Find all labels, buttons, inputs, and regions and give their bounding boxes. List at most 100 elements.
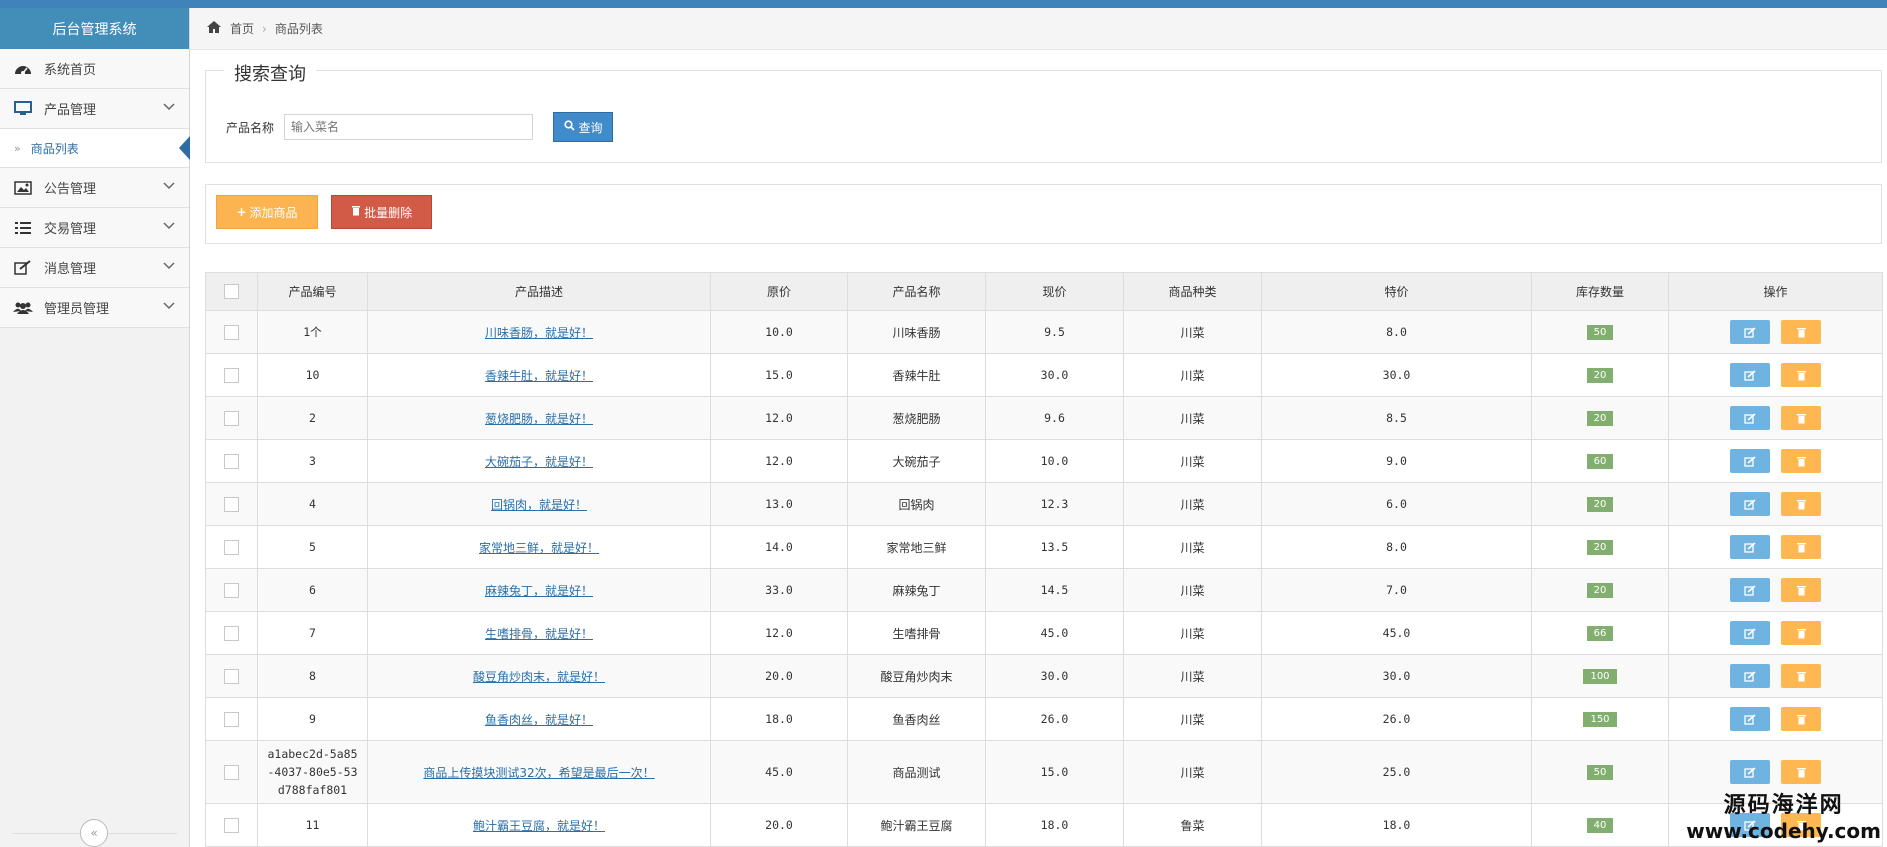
- select-all-checkbox[interactable]: [224, 284, 239, 299]
- category-cell: 川菜: [1123, 482, 1262, 526]
- delete-button[interactable]: [1781, 406, 1821, 430]
- sidebar-item-product-list[interactable]: » 商品列表: [0, 129, 190, 168]
- trash-icon: [1796, 456, 1806, 466]
- product-desc-link[interactable]: 葱烧肥肠，就是好！: [485, 412, 593, 426]
- sidebar-item-label: 消息管理: [44, 262, 97, 277]
- delete-button[interactable]: [1781, 707, 1821, 731]
- chevron-down-icon: [163, 100, 175, 115]
- breadcrumb-home-link[interactable]: 首页: [230, 20, 254, 37]
- product-desc-link[interactable]: 回锅肉，就是好！: [491, 498, 587, 512]
- delete-button[interactable]: [1781, 760, 1821, 784]
- desktop-icon: [12, 101, 34, 117]
- category-cell: 川菜: [1123, 740, 1262, 804]
- sidebar-item-products[interactable]: 产品管理: [0, 89, 189, 129]
- sidebar-item-dashboard[interactable]: 系统首页: [0, 49, 189, 89]
- stock-badge: 20: [1586, 368, 1614, 383]
- table-row: 3 大碗茄子，就是好！ 12.0 大碗茄子 10.0 川菜 9.0 60: [205, 439, 1883, 483]
- product-desc-link[interactable]: 麻辣兔丁，就是好！: [485, 584, 593, 598]
- stock-cell: 20: [1531, 568, 1669, 612]
- row-checkbox[interactable]: [224, 496, 239, 512]
- row-checkbox[interactable]: [224, 367, 239, 383]
- column-header[interactable]: 产品名称: [847, 272, 986, 311]
- product-desc-link[interactable]: 生嗜排骨，就是好！: [485, 627, 593, 641]
- current-price-cell: 30.0: [985, 353, 1124, 397]
- product-name-cell: 鲍汁霸王豆腐: [847, 803, 986, 847]
- edit-button[interactable]: [1730, 760, 1770, 784]
- product-desc-link[interactable]: 鱼香肉丝，就是好！: [485, 713, 593, 727]
- product-desc-link[interactable]: 鲍汁霸王豆腐，就是好！: [473, 819, 605, 833]
- chevron-down-icon: [163, 179, 175, 194]
- edit-icon: [12, 260, 34, 276]
- row-checkbox[interactable]: [224, 711, 239, 727]
- sidebar-item-notices[interactable]: 公告管理: [0, 168, 189, 208]
- edit-icon: [1744, 541, 1756, 553]
- current-price-cell: 13.5: [985, 525, 1124, 569]
- trash-icon: [1796, 370, 1806, 380]
- delete-button[interactable]: [1781, 449, 1821, 473]
- column-header[interactable]: 特价: [1261, 272, 1532, 311]
- edit-button[interactable]: [1730, 535, 1770, 559]
- trash-icon: [1796, 499, 1806, 509]
- product-desc-link[interactable]: 大碗茄子，就是好！: [485, 455, 593, 469]
- actions-cell: [1668, 482, 1883, 526]
- chevron-down-icon: [163, 259, 175, 274]
- edit-button[interactable]: [1730, 492, 1770, 516]
- edit-button[interactable]: [1730, 621, 1770, 645]
- edit-button[interactable]: [1730, 406, 1770, 430]
- delete-button[interactable]: [1781, 320, 1821, 344]
- product-name-cell: 香辣牛肚: [847, 353, 986, 397]
- column-header[interactable]: 产品描述: [367, 272, 711, 311]
- product-desc-link[interactable]: 酸豆角炒肉末，就是好！: [473, 670, 605, 684]
- product-desc-cell: 酸豆角炒肉末，就是好！: [367, 654, 711, 698]
- column-header[interactable]: 商品种类: [1123, 272, 1262, 311]
- edit-button[interactable]: [1730, 578, 1770, 602]
- search-button[interactable]: 查询: [553, 112, 614, 142]
- edit-button[interactable]: [1730, 664, 1770, 688]
- column-header[interactable]: 产品编号: [257, 272, 368, 311]
- actions-cell: [1668, 611, 1883, 655]
- row-checkbox[interactable]: [224, 324, 239, 340]
- sidebar-item-label: 系统首页: [44, 63, 97, 78]
- row-checkbox[interactable]: [224, 582, 239, 598]
- stock-badge: 20: [1586, 497, 1614, 512]
- row-checkbox[interactable]: [224, 817, 239, 833]
- product-desc-link[interactable]: 香辣牛肚，就是好！: [485, 369, 593, 383]
- row-select-cell: [205, 525, 258, 569]
- product-desc-link[interactable]: 家常地三鲜，就是好！: [479, 541, 599, 555]
- actions-cell: [1668, 568, 1883, 612]
- row-checkbox[interactable]: [224, 668, 239, 684]
- product-desc-link[interactable]: 商品上传摸块测试32次，希望是最后一次！: [423, 766, 654, 780]
- add-product-button[interactable]: + 添加商品: [216, 195, 318, 229]
- row-checkbox[interactable]: [224, 764, 239, 780]
- batch-delete-button[interactable]: 批量删除: [331, 195, 433, 229]
- product-desc-link[interactable]: 川味香肠，就是好！: [485, 326, 593, 340]
- product-desc-cell: 川味香肠，就是好！: [367, 310, 711, 354]
- delete-button[interactable]: [1781, 363, 1821, 387]
- delete-button[interactable]: [1781, 492, 1821, 516]
- delete-button[interactable]: [1781, 621, 1821, 645]
- row-checkbox[interactable]: [224, 625, 239, 641]
- sidebar-item-transactions[interactable]: 交易管理: [0, 208, 189, 248]
- edit-button[interactable]: [1730, 449, 1770, 473]
- row-checkbox[interactable]: [224, 539, 239, 555]
- delete-button[interactable]: [1781, 578, 1821, 602]
- row-checkbox[interactable]: [224, 410, 239, 426]
- product-id-cell: 10: [257, 353, 368, 397]
- sidebar-item-messages[interactable]: 消息管理: [0, 248, 189, 288]
- edit-button[interactable]: [1730, 320, 1770, 344]
- sidebar-item-admins[interactable]: 管理员管理: [0, 288, 189, 328]
- home-icon[interactable]: [206, 20, 222, 37]
- search-input[interactable]: [284, 114, 534, 140]
- sidebar-collapse-button[interactable]: «: [80, 819, 108, 847]
- column-header[interactable]: 现价: [985, 272, 1124, 311]
- column-header[interactable]: 原价: [710, 272, 848, 311]
- delete-button[interactable]: [1781, 535, 1821, 559]
- row-checkbox[interactable]: [224, 453, 239, 469]
- special-price-cell: 8.5: [1261, 396, 1532, 440]
- column-header[interactable]: 库存数量: [1531, 272, 1669, 311]
- edit-button[interactable]: [1730, 707, 1770, 731]
- trash-icon: [1796, 767, 1806, 777]
- edit-button[interactable]: [1730, 363, 1770, 387]
- delete-button[interactable]: [1781, 664, 1821, 688]
- special-price-cell: 9.0: [1261, 439, 1532, 483]
